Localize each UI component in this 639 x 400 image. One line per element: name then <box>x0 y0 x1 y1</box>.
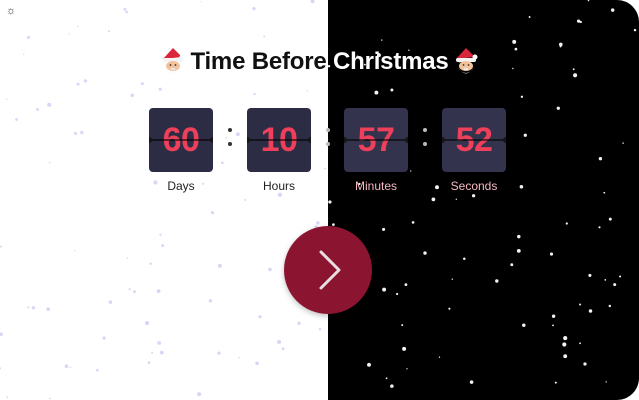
separator-dot <box>326 142 330 146</box>
separator-dot <box>228 128 232 132</box>
minutes-card: 57 <box>344 108 408 172</box>
page-title: Time Before Christmas Time Before Christ… <box>190 44 448 80</box>
card-hinge <box>405 137 408 143</box>
hours-counter: 10 Hours <box>247 108 311 193</box>
card-hinge <box>503 137 506 143</box>
card-hinge <box>308 137 311 143</box>
separator-dot <box>228 142 232 146</box>
card-divider <box>247 139 311 141</box>
countdown-screen: ☼ Time Before Christmas Time Before Chri… <box>0 0 639 400</box>
next-button[interactable] <box>284 226 372 314</box>
hours-label: Hours <box>262 179 295 193</box>
seconds-label: Seconds <box>450 179 498 193</box>
seconds-card: 52 <box>442 108 506 172</box>
chevron-right-icon <box>319 250 341 290</box>
colon-separator <box>226 126 234 152</box>
separator-dot <box>326 128 330 132</box>
gear-icon[interactable]: ☼ <box>4 4 18 18</box>
santa-icon <box>160 47 186 77</box>
days-label: Days <box>167 179 195 193</box>
page-header: Time Before Christmas Time Before Christ… <box>0 44 639 80</box>
seconds-counter: 52 Seconds <box>442 108 506 193</box>
card-hinge <box>210 137 213 143</box>
colon-separator <box>324 126 332 152</box>
santa-icon <box>453 47 479 77</box>
card-divider <box>344 139 408 141</box>
card-divider <box>149 139 213 141</box>
card-divider <box>442 139 506 141</box>
days-card: 60 <box>149 108 213 172</box>
colon-separator <box>421 126 429 152</box>
hours-card: 10 <box>247 108 311 172</box>
separator-dot <box>423 142 427 146</box>
minutes-label: Minutes <box>354 179 398 193</box>
days-counter: 60 Days <box>149 108 213 193</box>
separator-dot <box>423 128 427 132</box>
minutes-counter: 57 Minutes <box>344 108 408 193</box>
